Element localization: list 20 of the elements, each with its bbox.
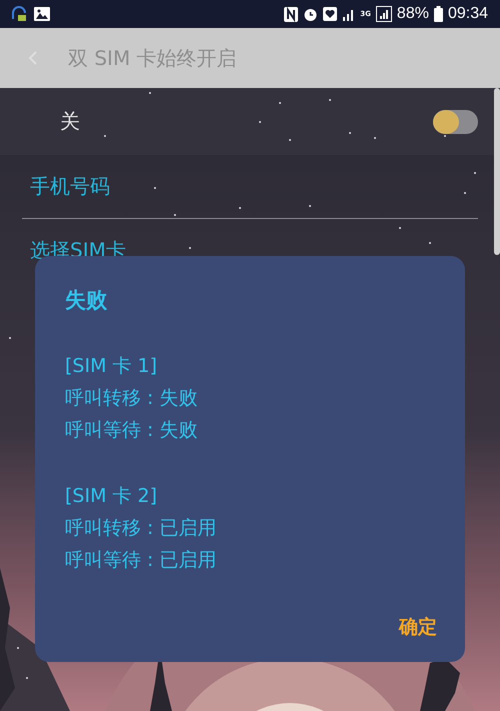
battery-percent: 88% <box>396 5 429 23</box>
image-icon <box>34 7 50 21</box>
dialog-title: 失败 <box>65 287 108 314</box>
switch-label: 关 <box>60 108 80 135</box>
battery-icon <box>434 6 443 22</box>
clock: 09:34 <box>448 5 488 23</box>
signal-icon <box>342 8 356 20</box>
list-item[interactable]: 手机号码 <box>30 173 110 200</box>
page-title: 双 SIM 卡始终开启 <box>68 44 237 72</box>
nfc-icon <box>284 6 298 22</box>
sim-heading: [SIM 卡 2] <box>65 484 158 509</box>
status-line: 呼叫转移 : 失败 <box>65 386 198 411</box>
status-line: 呼叫等待 : 已启用 <box>65 548 218 573</box>
sim-heading: [SIM 卡 1] <box>65 354 158 379</box>
heart-icon <box>323 7 338 21</box>
confirm-button[interactable]: 确定 <box>399 610 437 644</box>
status-line: 呼叫转移 : 已启用 <box>65 516 218 541</box>
status-line: 呼叫等待 : 失败 <box>65 418 198 443</box>
signal-icon <box>376 6 392 22</box>
alarm-icon <box>303 6 318 22</box>
